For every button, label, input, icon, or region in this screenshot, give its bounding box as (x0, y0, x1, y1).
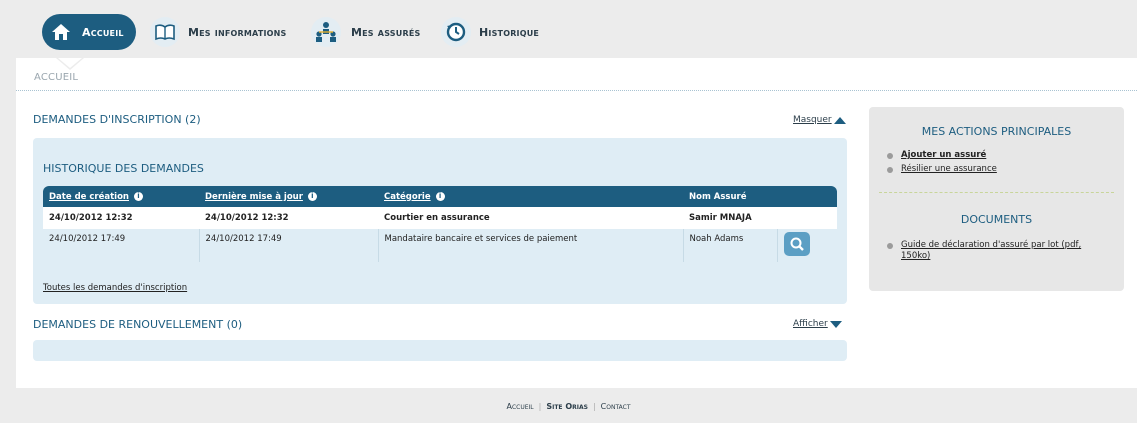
info-icon: i (435, 191, 445, 201)
divider (16, 90, 1137, 91)
masquer-toggle[interactable]: Masquer (793, 115, 846, 125)
requests-table: Date de création i Dernière mise à jour … (43, 186, 837, 262)
renouvellement-section-title: DEMANDES DE RENOUVELLEMENT (0) (33, 318, 243, 331)
triangle-up-icon (833, 116, 846, 124)
table-row[interactable]: 24/10/2012 17:49 24/10/2012 17:49 Mandat… (43, 229, 837, 262)
bullet-icon (887, 153, 893, 159)
history-title: HISTORIQUE DES DEMANDES (43, 162, 204, 175)
nav-historique[interactable]: Historique (441, 14, 539, 50)
col-nom-assure: Nom Assuré (683, 186, 777, 207)
home-icon (46, 17, 76, 47)
sidebar-divider (879, 192, 1114, 193)
footer-contact-link[interactable]: Contact (601, 402, 631, 411)
footer-site-orias-link[interactable]: Site Orias (546, 402, 588, 411)
info-icon: i (133, 191, 143, 201)
renouvellement-box (33, 340, 847, 361)
footer-accueil-link[interactable]: Accueil (506, 402, 533, 411)
inscription-box: HISTORIQUE DES DEMANDES Date de création… (33, 138, 847, 304)
cell-category: Courtier en assurance (378, 207, 683, 229)
triangle-down-icon (829, 320, 842, 328)
cell-created: 24/10/2012 12:32 (43, 207, 199, 229)
ajouter-assure-link[interactable]: Ajouter un assuré (901, 150, 986, 161)
nav-mes-informations[interactable]: Mes informations (150, 14, 287, 50)
col-actions (777, 186, 837, 207)
afficher-toggle[interactable]: Afficher (793, 319, 842, 329)
table-row[interactable]: 24/10/2012 12:32 24/10/2012 12:32 Courti… (43, 207, 837, 229)
nav-accueil[interactable]: Accueil (42, 14, 136, 50)
actions-title: MES ACTIONS PRINCIPALES (921, 125, 1072, 138)
nav-mes-assures-label: Mes assurés (351, 25, 421, 39)
masquer-label: Masquer (793, 115, 832, 125)
history-icon (441, 17, 471, 47)
people-icon (311, 17, 341, 47)
cell-updated: 24/10/2012 12:32 (199, 207, 378, 229)
nav-accueil-label: Accueil (82, 25, 124, 39)
col-date-creation[interactable]: Date de création i (43, 186, 199, 207)
magnifier-icon (790, 237, 804, 251)
cell-name: Noah Adams (682, 229, 777, 262)
inscription-section-title: DEMANDES D'INSCRIPTION (2) (33, 113, 201, 126)
sidebar-actions: MES ACTIONS PRINCIPALES Ajouter un assur… (869, 107, 1124, 291)
all-inscriptions-link[interactable]: Toutes les demandes d'inscription (43, 283, 187, 293)
cell-category: Mandataire bancaire et services de paiem… (377, 229, 683, 262)
afficher-label: Afficher (793, 319, 828, 329)
resilier-assurance-link[interactable]: Résilier une assurance (901, 164, 997, 175)
nav-mes-assures[interactable]: Mes assurés (311, 14, 420, 50)
bullet-icon (887, 243, 893, 249)
main-navigation: Accueil Mes informations Mes assurés His… (0, 0, 1137, 58)
table-header-row: Date de création i Dernière mise à jour … (43, 186, 837, 207)
col-derniere-maj[interactable]: Dernière mise à jour i (199, 186, 378, 207)
breadcrumb: ACCUEIL (34, 72, 79, 83)
nav-historique-label: Historique (479, 25, 540, 39)
cell-name: Samir MNAJA (683, 207, 777, 229)
nav-mes-informations-label: Mes informations (188, 25, 287, 39)
book-icon (150, 17, 180, 47)
cell-created: 24/10/2012 17:49 (43, 229, 199, 262)
bullet-icon (887, 167, 893, 173)
footer: Accueil | Site Orias | Contact (506, 402, 631, 411)
info-icon: i (307, 191, 317, 201)
view-details-button[interactable] (783, 232, 810, 256)
cell-updated: 24/10/2012 17:49 (198, 229, 378, 262)
documents-title: DOCUMENTS (960, 213, 1033, 226)
col-categorie[interactable]: Catégorie i (378, 186, 683, 207)
guide-declaration-link[interactable]: Guide de déclaration d'assuré par lot (p… (901, 240, 1081, 262)
